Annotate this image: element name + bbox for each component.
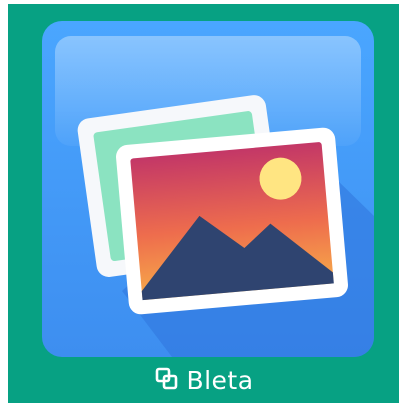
front-photo — [116, 127, 348, 315]
brand-footer: Bleta — [0, 360, 407, 400]
gallery-photos-icon[interactable] — [42, 21, 374, 357]
brand-name: Bleta — [186, 365, 254, 395]
overlapping-squares-icon — [153, 365, 183, 395]
